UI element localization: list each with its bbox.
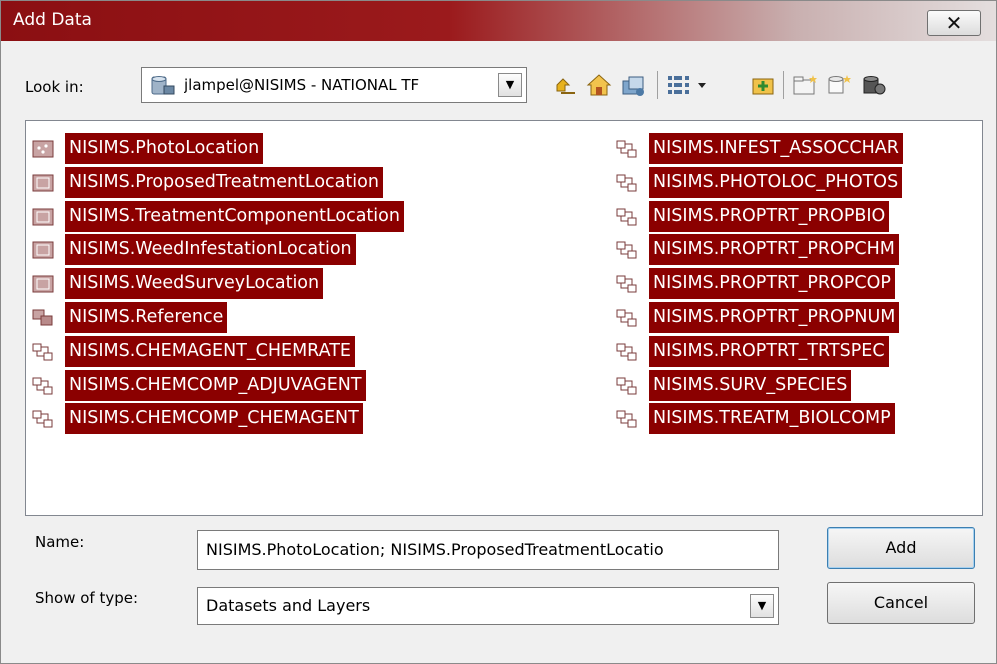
relationship-class-icon — [616, 208, 638, 226]
list-item-label: NISIMS.PROPTRT_PROPBIO — [649, 200, 890, 232]
list-item-label: NISIMS.TreatmentComponentLocation — [65, 200, 404, 232]
list-item-label: NISIMS.WeedSurveyLocation — [65, 268, 324, 300]
list-item-label: NISIMS.CHEMCOMP_ADJUVAGENT — [65, 369, 366, 401]
show-of-type-value: Datasets and Layers — [206, 596, 371, 615]
relationship-class-icon — [616, 174, 638, 192]
point-feature-class-icon — [32, 140, 54, 158]
name-label: Name: — [35, 533, 85, 551]
relationship-class-icon — [616, 275, 638, 293]
up-one-level-icon[interactable] — [551, 71, 579, 99]
new-feature-class-icon[interactable] — [825, 71, 853, 99]
new-item-icon[interactable] — [749, 71, 777, 99]
relationship-class-icon — [32, 410, 54, 428]
polygon-feature-class-icon — [32, 208, 54, 226]
connect-to-folder-icon[interactable] — [619, 71, 647, 99]
list-item-label: NISIMS.TREATM_BIOLCOMP — [649, 403, 895, 435]
look-in-value: jlampel@NISIMS - NATIONAL TF — [184, 76, 420, 94]
add-button[interactable]: Add — [827, 527, 975, 569]
relationship-class-icon — [32, 377, 54, 395]
list-item-label: NISIMS.WeedInfestationLocation — [65, 234, 356, 266]
look-in-label: Look in: — [25, 78, 84, 96]
chevron-down-icon[interactable]: ▼ — [498, 73, 522, 97]
list-item-label: NISIMS.PROPTRT_PROPCOP — [649, 268, 895, 300]
list-item-label: NISIMS.PROPTRT_PROPCHM — [649, 234, 899, 266]
polygon-feature-class-icon — [32, 275, 54, 293]
relationship-class-icon — [616, 309, 638, 327]
list-item-label: NISIMS.INFEST_ASSOCCHAR — [649, 133, 903, 164]
list-item-label: NISIMS.ProposedTreatmentLocation — [65, 166, 383, 198]
relationship-class-icon — [32, 309, 54, 327]
relationship-class-icon — [616, 343, 638, 361]
relationship-class-icon — [616, 241, 638, 259]
list-item-label: NISIMS.CHEMAGENT_CHEMRATE — [65, 335, 355, 367]
show-of-type-label: Show of type: — [35, 589, 139, 607]
name-field[interactable]: NISIMS.PhotoLocation; NISIMS.ProposedTre… — [197, 530, 779, 570]
list-item-label: NISIMS.PROPTRT_TRTSPEC — [649, 335, 889, 367]
relationship-class-icon — [616, 140, 638, 158]
polygon-feature-class-icon — [32, 174, 54, 192]
home-icon[interactable] — [585, 71, 613, 99]
show-of-type-dropdown[interactable]: Datasets and Layers ▼ — [197, 587, 779, 625]
view-menu-icon[interactable] — [665, 71, 709, 99]
relationship-class-icon — [32, 343, 54, 361]
database-connection-icon — [150, 75, 176, 101]
add-data-dialog: Add Data ✕ Look in: jlampel@NISIMS - NAT… — [0, 0, 997, 664]
file-list[interactable]: NISIMS.PhotoLocation NISIMS.ProposedTrea… — [25, 120, 983, 516]
look-in-dropdown[interactable]: jlampel@NISIMS - NATIONAL TF ▼ — [141, 67, 527, 103]
close-button[interactable]: ✕ — [927, 10, 981, 36]
list-item-label: NISIMS.Reference — [65, 301, 228, 333]
relationship-class-icon — [616, 377, 638, 395]
new-folder-icon[interactable] — [791, 71, 819, 99]
list-item-label: NISIMS.PROPTRT_PROPNUM — [649, 301, 900, 333]
list-item-label: NISIMS.PHOTOLOC_PHOTOS — [649, 166, 903, 198]
toolbar-separator — [783, 71, 784, 99]
list-item-label: NISIMS.PhotoLocation — [65, 133, 264, 164]
cancel-button[interactable]: Cancel — [827, 582, 975, 624]
chevron-down-icon[interactable]: ▼ — [750, 594, 774, 618]
toolbar-separator — [657, 71, 658, 99]
list-item-label: NISIMS.CHEMCOMP_CHEMAGENT — [65, 403, 363, 435]
list-item-label: NISIMS.SURV_SPECIES — [649, 369, 852, 401]
dialog-title: Add Data — [13, 10, 92, 30]
polygon-feature-class-icon — [32, 241, 54, 259]
relationship-class-icon — [616, 410, 638, 428]
title-bar[interactable]: Add Data ✕ — [1, 1, 996, 41]
geodatabase-icon[interactable] — [859, 71, 887, 99]
